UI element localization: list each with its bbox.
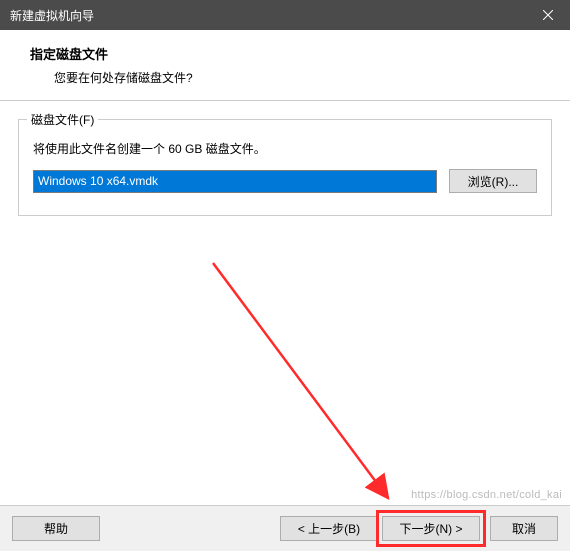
file-input-row: 浏览(R)... bbox=[33, 169, 537, 193]
browse-button[interactable]: 浏览(R)... bbox=[449, 169, 537, 193]
fieldset-legend: 磁盘文件(F) bbox=[27, 111, 98, 128]
watermark: https://blog.csdn.net/cold_kai bbox=[411, 489, 562, 501]
next-button-highlight: 下一步(N) > bbox=[382, 516, 480, 541]
page-subtitle: 您要在何处存储磁盘文件? bbox=[54, 69, 550, 86]
next-button[interactable]: 下一步(N) > bbox=[382, 516, 480, 541]
content-area: 磁盘文件(F) 将使用此文件名创建一个 60 GB 磁盘文件。 浏览(R)... bbox=[0, 101, 570, 216]
cancel-button[interactable]: 取消 bbox=[490, 516, 558, 541]
disk-file-fieldset: 磁盘文件(F) 将使用此文件名创建一个 60 GB 磁盘文件。 浏览(R)... bbox=[18, 119, 552, 216]
window-title: 新建虚拟机向导 bbox=[10, 7, 94, 24]
wizard-header: 指定磁盘文件 您要在何处存储磁盘文件? bbox=[0, 30, 570, 101]
annotation-arrow bbox=[208, 258, 418, 518]
back-button[interactable]: < 上一步(B) bbox=[280, 516, 378, 541]
footer-buttons: 帮助 < 上一步(B) 下一步(N) > 取消 bbox=[0, 505, 570, 551]
close-button[interactable] bbox=[525, 0, 570, 30]
close-icon bbox=[543, 10, 553, 20]
help-button[interactable]: 帮助 bbox=[12, 516, 100, 541]
disk-file-input[interactable] bbox=[33, 170, 437, 193]
titlebar: 新建虚拟机向导 bbox=[0, 0, 570, 30]
fieldset-description: 将使用此文件名创建一个 60 GB 磁盘文件。 bbox=[33, 140, 537, 157]
page-title: 指定磁盘文件 bbox=[30, 44, 550, 63]
